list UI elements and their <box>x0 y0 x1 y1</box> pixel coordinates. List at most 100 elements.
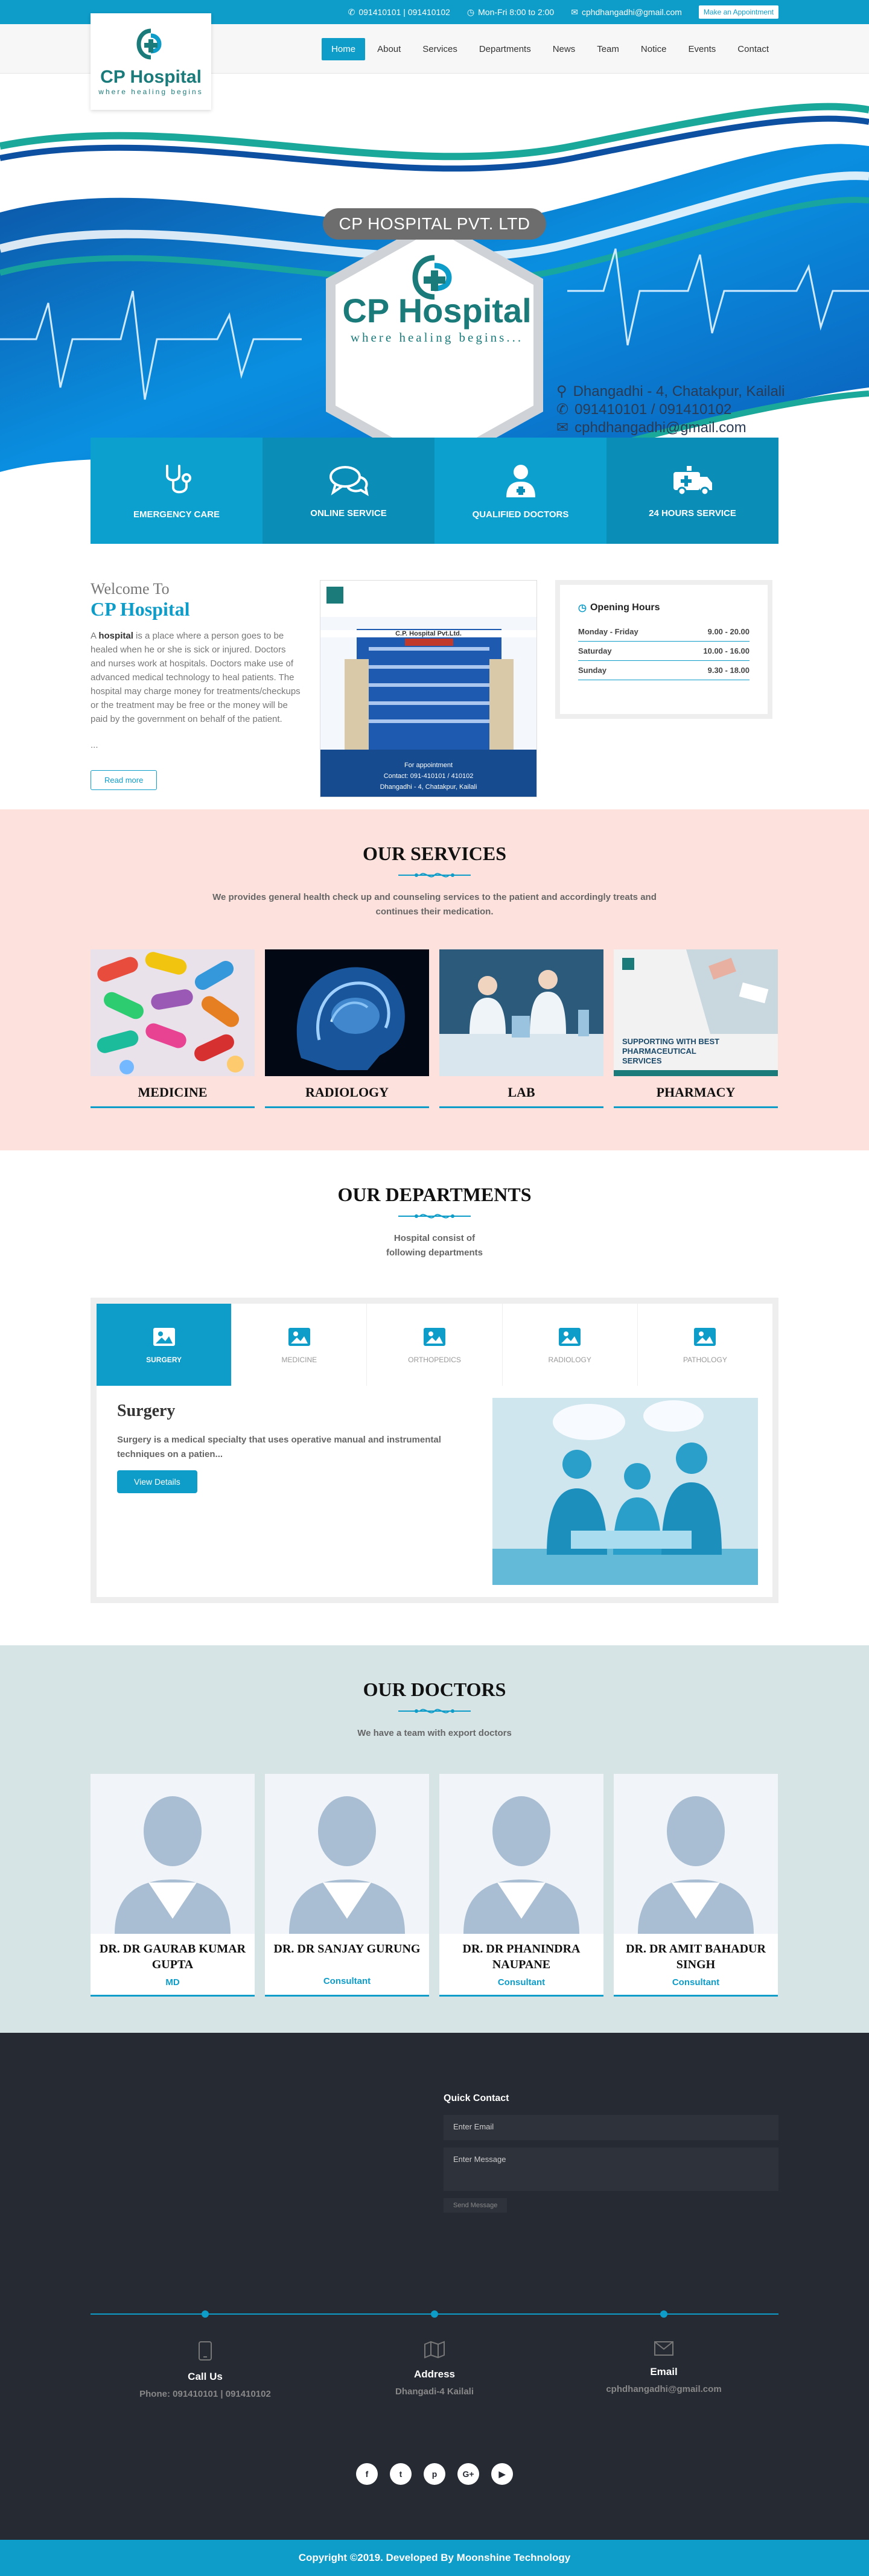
chat-icon <box>329 465 369 496</box>
footer-timeline <box>91 2310 778 2318</box>
departments-subtitle-2: following departments <box>386 1248 483 1258</box>
hero-email: cphdhangadhi@gmail.com <box>575 419 746 436</box>
department-icon <box>559 1328 581 1346</box>
laboratory-image <box>439 949 603 1076</box>
service-card-lab[interactable]: LAB <box>439 949 603 1108</box>
doctor-avatar <box>265 1774 429 1934</box>
topbar-email-text: cphdhangadhi@gmail.com <box>581 7 682 17</box>
tab-surgery[interactable]: SURGERY <box>97 1304 232 1386</box>
welcome-text: Welcome To CP Hospital A hospital is a p… <box>91 580 302 797</box>
tab-label: MEDICINE <box>281 1356 317 1364</box>
poster-contact: Contact: 091-410101 / 410102 <box>383 773 474 780</box>
nav-item-contact[interactable]: Contact <box>728 38 778 60</box>
nav-item-events[interactable]: Events <box>678 38 725 60</box>
feature-qualified-doctors[interactable]: QUALIFIED DOCTORS <box>434 438 606 544</box>
doctor-card[interactable]: DR. DR PHANINDRA NAUPANE Consultant <box>439 1774 603 1997</box>
welcome-ellipsis: ... <box>91 740 98 750</box>
doctor-card[interactable]: DR. DR GAURAB KUMAR GUPTA MD <box>91 1774 255 1997</box>
nav-item-departments[interactable]: Departments <box>470 38 541 60</box>
doctor-role: Consultant <box>323 1976 371 1986</box>
youtube-icon[interactable]: ▶ <box>491 2463 513 2485</box>
nav-item-notice[interactable]: Notice <box>631 38 676 60</box>
topbar-phone-text: 091410101 | 091410102 <box>358 7 450 17</box>
site-logo[interactable]: CP Hospital where healing begins <box>91 13 211 110</box>
tab-pathology[interactable]: PATHOLOGY <box>637 1304 773 1386</box>
view-details-button[interactable]: View Details <box>117 1470 197 1493</box>
tab-label: PATHOLOGY <box>683 1356 727 1364</box>
feature-label: 24 HOURS SERVICE <box>649 508 736 518</box>
pinterest-icon[interactable]: p <box>424 2463 445 2485</box>
topbar-email[interactable]: ✉ cphdhangadhi@gmail.com <box>571 7 682 18</box>
timeline-dot <box>431 2310 438 2318</box>
nav-item-team[interactable]: Team <box>587 38 629 60</box>
service-card-radiology[interactable]: RADIOLOGY <box>265 949 429 1108</box>
footer-email: Email cphdhangadhi@gmail.com <box>549 2341 778 2399</box>
ambulance-icon <box>673 465 712 496</box>
nav-item-about[interactable]: About <box>368 38 410 60</box>
tab-orthopedics[interactable]: ORTHOPEDICS <box>367 1304 503 1386</box>
nav-item-home[interactable]: Home <box>322 37 366 60</box>
poster-hospital-name: C.P. Hospital Pvt.Ltd. <box>320 630 536 637</box>
nav-item-news[interactable]: News <box>543 38 585 60</box>
features-strip: EMERGENCY CARE ONLINE SERVICE QUALIFIED … <box>0 438 869 544</box>
department-tabs: SURGERY MEDICINE ORTHOPEDICS RADIOLOGY P… <box>97 1304 773 1386</box>
service-label: LAB <box>439 1076 603 1108</box>
department-icon <box>288 1328 310 1346</box>
services-section: OUR SERVICES We provides general health … <box>0 809 869 1150</box>
topbar-hours: ◷ Mon-Fri 8:00 to 2:00 <box>467 7 554 18</box>
doctor-avatar <box>91 1774 255 1934</box>
services-title: OUR SERVICES <box>362 843 507 864</box>
twitter-icon[interactable]: t <box>390 2463 412 2485</box>
surgery-image <box>492 1398 758 1585</box>
tab-radiology[interactable]: RADIOLOGY <box>502 1304 638 1386</box>
hero-address: Dhangadhi - 4, Chatakpur, Kailali <box>573 383 785 400</box>
doctor-card[interactable]: DR. DR AMIT BAHADUR SINGH Consultant <box>614 1774 778 1997</box>
read-more-button[interactable]: Read more <box>91 770 158 790</box>
message-field[interactable]: Enter Message <box>444 2147 778 2191</box>
welcome-heading: Welcome To <box>91 580 170 598</box>
feature-24-hours-service[interactable]: 24 HOURS SERVICE <box>606 438 778 544</box>
opening-hours-box: ◷ Opening Hours Monday - Friday 9.00 - 20.… <box>555 580 772 719</box>
doctor-name: DR. DR SANJAY GURUNG <box>273 1942 421 1956</box>
logo-name: CP Hospital <box>100 67 202 87</box>
service-card-medicine[interactable]: MEDICINE <box>91 949 255 1108</box>
tab-label: SURGERY <box>146 1356 182 1364</box>
service-label: RADIOLOGY <box>265 1076 429 1108</box>
doctor-icon <box>506 464 535 497</box>
email-field[interactable]: Enter Email <box>444 2115 778 2140</box>
section-divider <box>91 1707 778 1715</box>
service-card-pharmacy[interactable]: SUPPORTING WITH BEST PHARMACEUTICAL SERV… <box>614 949 778 1108</box>
hours-row: Sunday 9.30 - 18.00 <box>578 661 750 680</box>
tab-medicine[interactable]: MEDICINE <box>232 1304 368 1386</box>
departments-tabs-box: SURGERY MEDICINE ORTHOPEDICS RADIOLOGY P… <box>91 1298 778 1603</box>
main-nav: CP Hospital where healing begins Home Ab… <box>0 13 869 110</box>
topbar-phone[interactable]: ✆ 091410101 | 091410102 <box>348 7 450 18</box>
nav-item-services[interactable]: Services <box>413 38 467 60</box>
envelope-icon: ✉ <box>556 419 569 436</box>
department-icon <box>424 1328 445 1346</box>
footer-col-value: Dhangadi-4 Kailali <box>395 2386 474 2397</box>
topbar-hours-text: Mon-Fri 8:00 to 2:00 <box>478 7 555 17</box>
logo-tagline: where healing begins <box>98 88 203 96</box>
envelope-icon: ✉ <box>571 7 578 17</box>
facebook-icon[interactable]: f <box>356 2463 378 2485</box>
opening-hours-title: Opening Hours <box>590 602 660 613</box>
location-icon: ⚲ <box>556 383 567 400</box>
google-plus-icon[interactable]: G+ <box>457 2463 479 2485</box>
appointment-button[interactable]: Make an Appointment <box>698 5 778 19</box>
hero-contact: ⚲ Dhangadhi - 4, Chatakpur, Kailali ✆ 0914… <box>556 383 785 437</box>
doctor-role: Consultant <box>672 1977 720 1988</box>
footer-col-value[interactable]: cphdhangadhi@gmail.com <box>606 2384 721 2394</box>
quick-contact-form: Quick Contact Enter Email Enter Message … <box>444 2093 778 2213</box>
send-message-button[interactable]: Send Message <box>444 2198 508 2213</box>
doctor-role: Consultant <box>497 1977 546 1988</box>
hours-row: Monday - Friday 9.00 - 20.00 <box>578 622 750 642</box>
feature-online-service[interactable]: ONLINE SERVICE <box>263 438 434 544</box>
feature-emergency-care[interactable]: EMERGENCY CARE <box>91 438 263 544</box>
footer-col-value[interactable]: Phone: 091410101 | 091410102 <box>139 2389 271 2399</box>
phone-icon: ✆ <box>556 401 569 418</box>
footer-col-title: Call Us <box>188 2371 223 2382</box>
doctor-card[interactable]: DR. DR SANJAY GURUNG Consultant <box>265 1774 429 1997</box>
department-details: Surgery Surgery is a medical specialty t… <box>97 1386 772 1597</box>
doctor-name: DR. DR AMIT BAHADUR SINGH <box>626 1942 766 1971</box>
